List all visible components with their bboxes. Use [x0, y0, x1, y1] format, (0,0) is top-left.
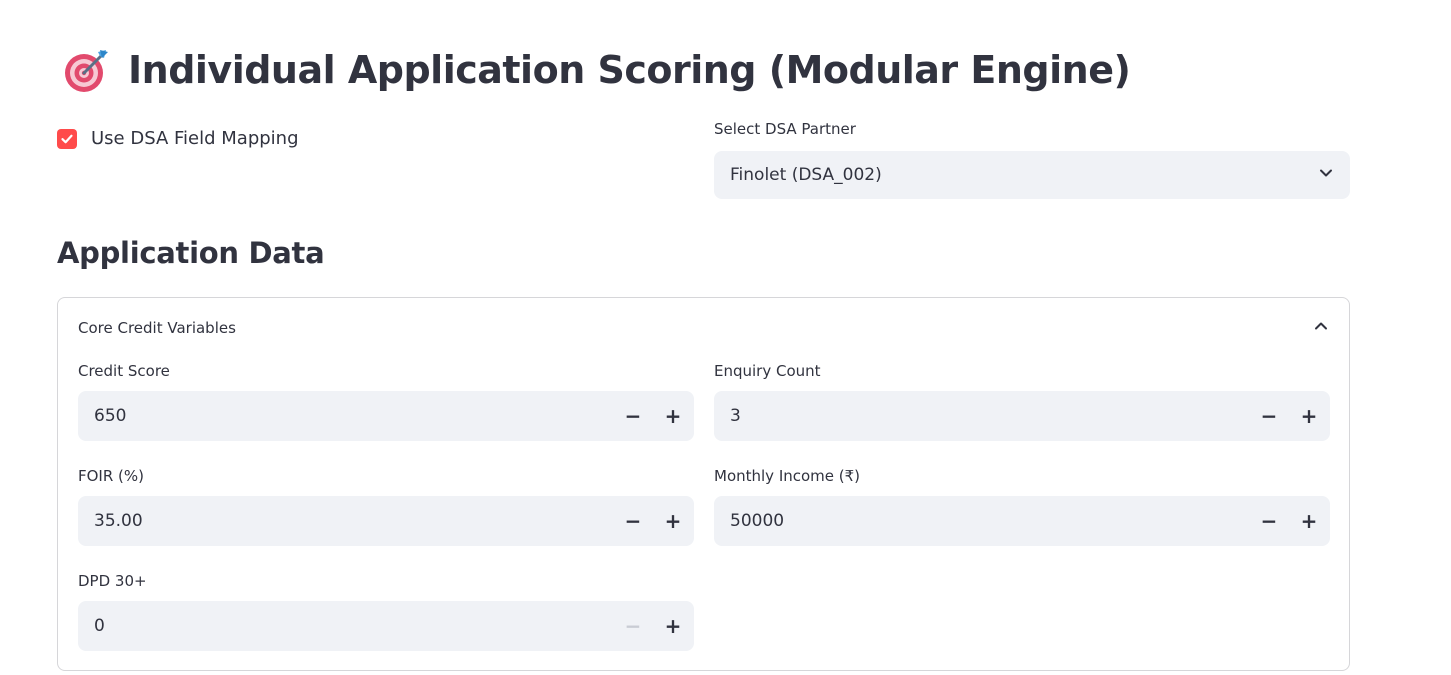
credit-score-increment-button[interactable]: + — [653, 391, 693, 441]
checkbox-checked-icon[interactable] — [57, 128, 77, 149]
dpd-30-increment-button[interactable]: + — [653, 601, 693, 651]
page-title-text: Individual Application Scoring (Modular … — [128, 48, 1131, 92]
credit-score-decrement-button[interactable]: − — [613, 391, 653, 441]
app-page: Individual Application Scoring (Modular … — [0, 0, 1451, 675]
dpd-30-label: DPD 30+ — [78, 572, 147, 590]
monthly-income-increment-button[interactable]: + — [1289, 496, 1329, 546]
chevron-down-icon[interactable] — [1318, 165, 1334, 185]
dsa-partner-value: Finolet (DSA_002) — [730, 165, 882, 185]
monthly-income-decrement-button[interactable]: − — [1249, 496, 1289, 546]
expander-title: Core Credit Variables — [78, 319, 236, 337]
enquiry-count-field[interactable] — [714, 390, 1249, 442]
dsa-mapping-label: Use DSA Field Mapping — [91, 128, 299, 149]
dsa-partner-select[interactable]: Finolet (DSA_002) — [714, 151, 1350, 199]
chevron-up-icon[interactable] — [1313, 318, 1329, 338]
dpd-30-decrement-button: − — [624, 614, 642, 638]
foir-field[interactable] — [78, 495, 613, 547]
credit-score-input: − + — [78, 390, 694, 442]
monthly-income-label: Monthly Income (₹) — [714, 467, 861, 485]
monthly-income-field[interactable] — [714, 495, 1249, 547]
credit-score-field[interactable] — [78, 390, 613, 442]
dpd-30-field[interactable] — [78, 600, 613, 652]
credit-score-label: Credit Score — [78, 362, 170, 380]
monthly-income-input: − + — [714, 495, 1330, 547]
foir-label: FOIR (%) — [78, 467, 145, 485]
expander-header[interactable]: Core Credit Variables — [58, 298, 1349, 358]
dpd-30-input: − + — [78, 600, 694, 652]
core-credit-expander: Core Credit Variables Credit Score − + E… — [57, 297, 1350, 671]
target-dart-icon — [62, 46, 110, 94]
foir-decrement-button[interactable]: − — [613, 496, 653, 546]
page-title: Individual Application Scoring (Modular … — [62, 40, 1131, 100]
application-data-heading: Application Data — [57, 236, 325, 270]
dsa-partner-label: Select DSA Partner — [714, 120, 856, 138]
enquiry-count-label: Enquiry Count — [714, 362, 821, 380]
dsa-mapping-checkbox[interactable]: Use DSA Field Mapping — [57, 128, 299, 149]
enquiry-count-input: − + — [714, 390, 1330, 442]
foir-increment-button[interactable]: + — [653, 496, 693, 546]
foir-input: − + — [78, 495, 694, 547]
enquiry-count-increment-button[interactable]: + — [1289, 391, 1329, 441]
enquiry-count-decrement-button[interactable]: − — [1249, 391, 1289, 441]
